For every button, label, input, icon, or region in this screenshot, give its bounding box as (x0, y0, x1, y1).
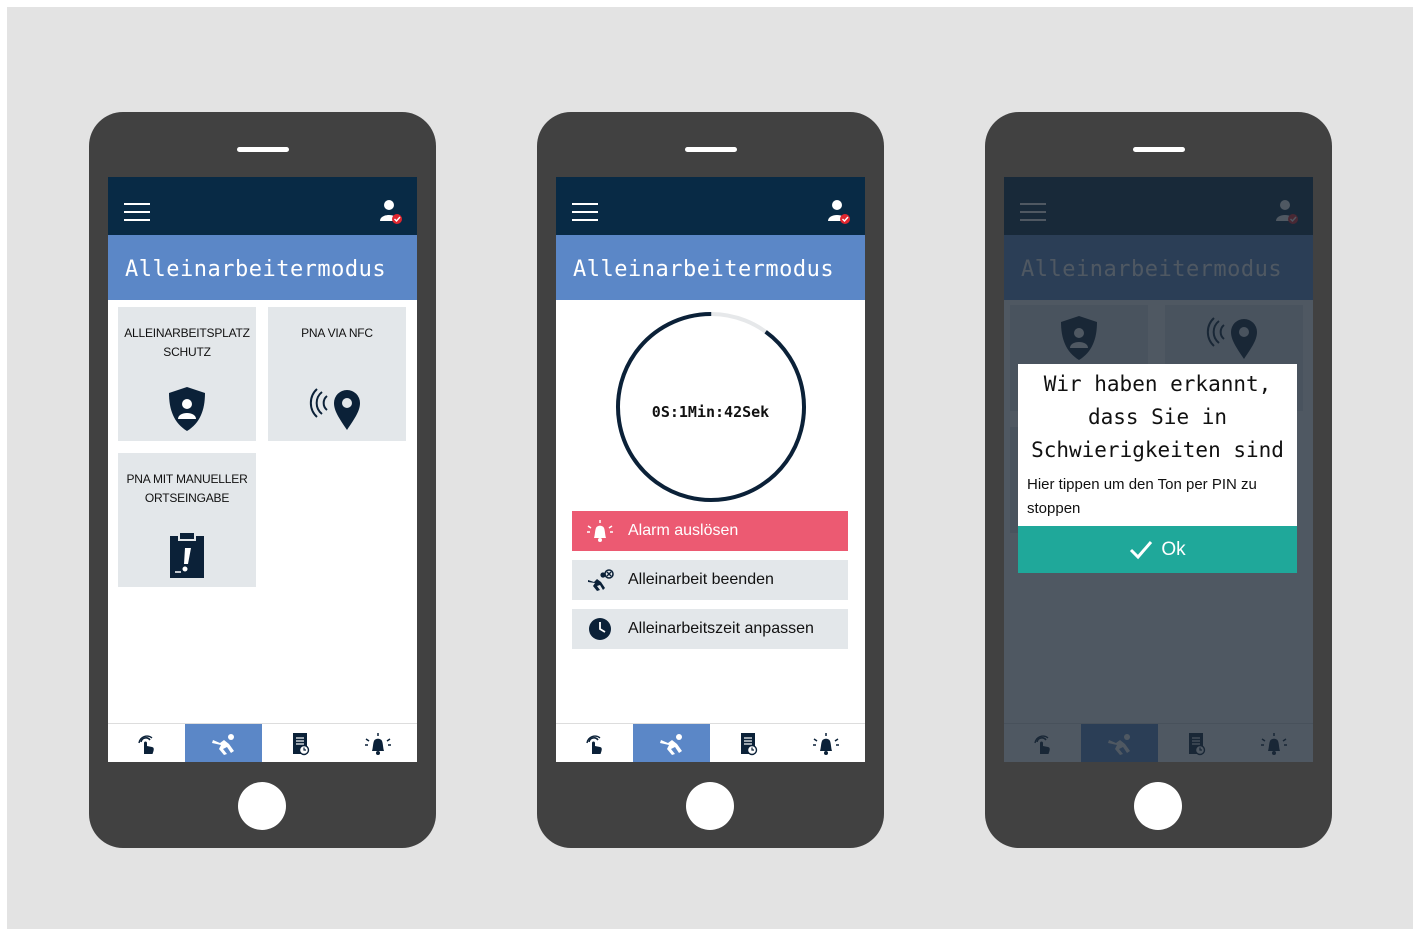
alarm-bell-icon (812, 732, 840, 756)
ok-label: Ok (1161, 538, 1186, 560)
tile-pna-via-nfc[interactable]: PNA VIA NFC (268, 307, 406, 441)
touch-hand-icon (135, 732, 159, 756)
phone-frame-2: Alleinarbeitermodus 0S:1Min:42Sek Alarm … (537, 112, 884, 848)
phone-speaker (685, 147, 737, 152)
ok-button[interactable]: Ok (1018, 526, 1297, 573)
worker-end-icon (586, 568, 614, 592)
home-button[interactable] (686, 782, 734, 830)
phone-frame-3: Alleinarbeitermodus Wir haben erkannt, (985, 112, 1332, 848)
clock-icon (588, 617, 612, 641)
dialog-body[interactable]: Wir haben erkannt, dass Sie in Schwierig… (1018, 364, 1297, 526)
home-button[interactable] (238, 782, 286, 830)
nav-alarm[interactable] (339, 724, 416, 762)
shield-person-icon (167, 386, 207, 432)
alarm-bell-icon (364, 732, 392, 756)
phone-frame-1: Alleinarbeitermodus ALLEINARBEITSPLATZ S… (89, 112, 436, 848)
falling-worker-icon (658, 732, 686, 756)
nav-touch[interactable] (556, 724, 633, 762)
home-button[interactable] (1134, 782, 1182, 830)
tile-label: ALLEINARBEITSPLATZ SCHUTZ (124, 326, 250, 359)
user-status-icon[interactable] (379, 199, 403, 225)
countdown-text: 0S:1Min:42Sek (651, 403, 770, 421)
bottom-navigation (108, 723, 417, 762)
distress-dialog: Wir haben erkannt, dass Sie in Schwierig… (1018, 364, 1297, 573)
page-title: Alleinarbeitermodus (573, 257, 835, 282)
action-label: Alleinarbeitszeit anpassen (628, 620, 814, 637)
action-label: Alarm auslösen (628, 522, 739, 539)
alarm-ausloesen-button[interactable]: Alarm auslösen (572, 511, 848, 551)
nav-alleinarbeit[interactable] (185, 724, 262, 762)
dialog-message[interactable]: Hier tippen um den Ton per PIN zu stoppe… (1027, 473, 1289, 521)
action-label: Alleinarbeit beenden (628, 571, 774, 588)
hamburger-menu-icon[interactable] (124, 203, 150, 222)
nav-alarm[interactable] (787, 724, 864, 762)
nav-touch[interactable] (108, 724, 185, 762)
dialog-heading: Wir haben erkannt, dass Sie in Schwierig… (1018, 368, 1297, 467)
tile-label: PNA MIT MANUELLER ORTSEINGABE (126, 472, 248, 505)
falling-worker-icon (210, 732, 238, 756)
nfc-location-pin-icon (309, 386, 365, 432)
screen-timer: Alleinarbeitermodus 0S:1Min:42Sek Alarm … (556, 177, 865, 762)
nav-document-timer[interactable] (710, 724, 787, 762)
document-timer-icon (292, 732, 310, 756)
clipboard-alert-icon (169, 531, 205, 579)
background-canvas: Alleinarbeitermodus ALLEINARBEITSPLATZ S… (7, 7, 1413, 929)
alarm-bell-icon (586, 519, 614, 543)
alleinarbeitszeit-anpassen-button[interactable]: Alleinarbeitszeit anpassen (572, 609, 848, 649)
checkmark-icon (1130, 540, 1153, 559)
title-bar: Alleinarbeitermodus (108, 235, 417, 300)
touch-hand-icon (583, 732, 607, 756)
document-timer-icon (740, 732, 758, 756)
bottom-navigation (556, 723, 865, 762)
top-bar (108, 177, 417, 235)
screen-alert: Alleinarbeitermodus Wir haben erkannt, (1004, 177, 1313, 762)
page-title: Alleinarbeitermodus (125, 257, 387, 282)
user-status-icon[interactable] (827, 199, 851, 225)
screen-menu: Alleinarbeitermodus ALLEINARBEITSPLATZ S… (108, 177, 417, 762)
tile-label: PNA VIA NFC (301, 326, 373, 340)
tile-pna-manuelle-ortseingabe[interactable]: PNA MIT MANUELLER ORTSEINGABE (118, 453, 256, 587)
dialog-heading-line: Schwierigkeiten sind (1031, 438, 1284, 462)
phone-speaker (1133, 147, 1185, 152)
dialog-heading-line: Wir haben erkannt, (1043, 372, 1272, 396)
nav-document-timer[interactable] (262, 724, 339, 762)
nav-alleinarbeit[interactable] (633, 724, 710, 762)
dialog-heading-line: dass Sie in (1087, 405, 1228, 429)
tile-alleinarbeitsplatz-schutz[interactable]: ALLEINARBEITSPLATZ SCHUTZ (118, 307, 256, 441)
top-bar (556, 177, 865, 235)
hamburger-menu-icon[interactable] (572, 203, 598, 222)
phone-speaker (237, 147, 289, 152)
title-bar: Alleinarbeitermodus (556, 235, 865, 300)
alleinarbeit-beenden-button[interactable]: Alleinarbeit beenden (572, 560, 848, 600)
